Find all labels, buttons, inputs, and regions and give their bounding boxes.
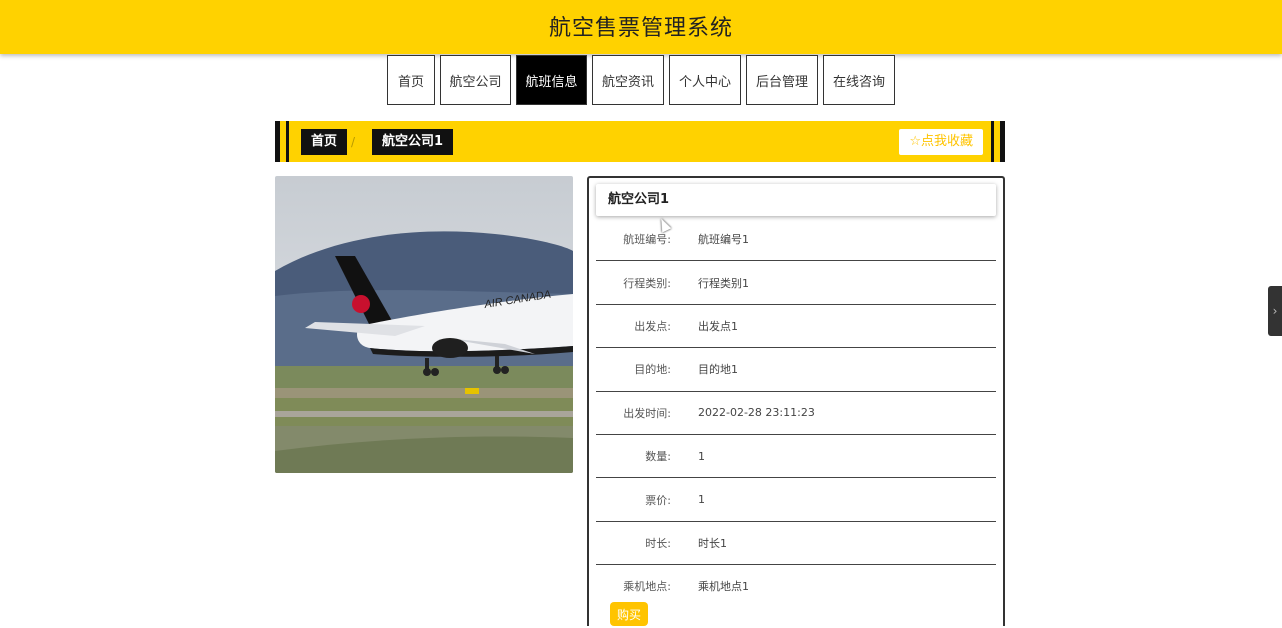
main-nav: 首页 航空公司 航班信息 航空资讯 个人中心 后台管理 在线咨询: [387, 55, 895, 107]
field-label: 行程类别:: [623, 276, 671, 290]
field-value: 航班编号1: [698, 233, 749, 247]
chevron-right-icon[interactable]: ›: [1268, 286, 1282, 336]
field-label: 航班编号:: [623, 233, 671, 247]
buy-button[interactable]: 购买: [610, 602, 648, 626]
detail-title: 航空公司1: [596, 184, 996, 216]
nav-home[interactable]: 首页: [387, 55, 435, 105]
field-value: 1: [698, 449, 705, 463]
detail-fields: 航班编号: 航班编号1 行程类别: 行程类别1 出发点: 出发点1 目的地: 目…: [596, 218, 996, 608]
field-row: 时长: 时长1: [596, 522, 996, 566]
field-value: 2022-02-28 23:11:23: [698, 406, 815, 420]
field-label: 出发点:: [634, 319, 671, 333]
field-row: 航班编号: 航班编号1: [596, 218, 996, 262]
airplane-image: AIR CANADA: [275, 176, 573, 473]
field-row: 数量: 1: [596, 435, 996, 479]
nav-consult[interactable]: 在线咨询: [823, 55, 895, 105]
field-row: 目的地: 目的地1: [596, 348, 996, 392]
field-label: 乘机地点:: [623, 580, 671, 594]
breadcrumb-home[interactable]: 首页: [301, 129, 348, 155]
nav-admin[interactable]: 后台管理: [746, 55, 818, 105]
bar-edge-right-inner: [991, 121, 994, 162]
nav-profile[interactable]: 个人中心: [669, 55, 741, 105]
field-row: 出发点: 出发点1: [596, 305, 996, 349]
field-value: 1: [698, 493, 705, 507]
nav-news[interactable]: 航空资讯: [592, 55, 664, 105]
flight-detail-panel: 航空公司1 航班编号: 航班编号1 行程类别: 行程类别1 出发点: 出发点1 …: [587, 176, 1005, 626]
field-row: 票价: 1: [596, 478, 996, 522]
field-row: 出发时间: 2022-02-28 23:11:23: [596, 392, 996, 435]
field-label: 时长:: [645, 536, 671, 550]
favorite-button[interactable]: ☆点我收藏: [899, 129, 983, 155]
breadcrumb-current: 航空公司1: [372, 129, 454, 155]
field-value: 行程类别1: [698, 276, 749, 290]
field-value: 乘机地点1: [698, 580, 749, 594]
field-row: 行程类别: 行程类别1: [596, 261, 996, 305]
nav-flights[interactable]: 航班信息: [516, 55, 587, 105]
field-value: 时长1: [698, 536, 727, 550]
bar-edge-right: [1000, 121, 1005, 162]
site-header: 航空售票管理系统: [0, 0, 1282, 54]
field-label: 出发时间:: [623, 406, 671, 420]
site-title: 航空售票管理系统: [548, 16, 733, 41]
field-label: 数量:: [645, 450, 671, 464]
field-label: 票价:: [645, 493, 671, 507]
field-value: 目的地1: [698, 363, 738, 377]
breadcrumb-bar: 首页 / 航空公司1 ☆点我收藏: [275, 121, 1005, 162]
bar-edge-left-inner: [286, 121, 289, 162]
field-label: 目的地:: [634, 363, 671, 377]
field-row: 乘机地点: 乘机地点1: [596, 565, 996, 607]
nav-airlines[interactable]: 航空公司: [440, 55, 511, 105]
bar-edge-left: [275, 121, 280, 162]
flight-photo: AIR CANADA: [275, 176, 573, 473]
breadcrumb-separator: /: [351, 135, 356, 149]
field-value: 出发点1: [698, 319, 738, 333]
